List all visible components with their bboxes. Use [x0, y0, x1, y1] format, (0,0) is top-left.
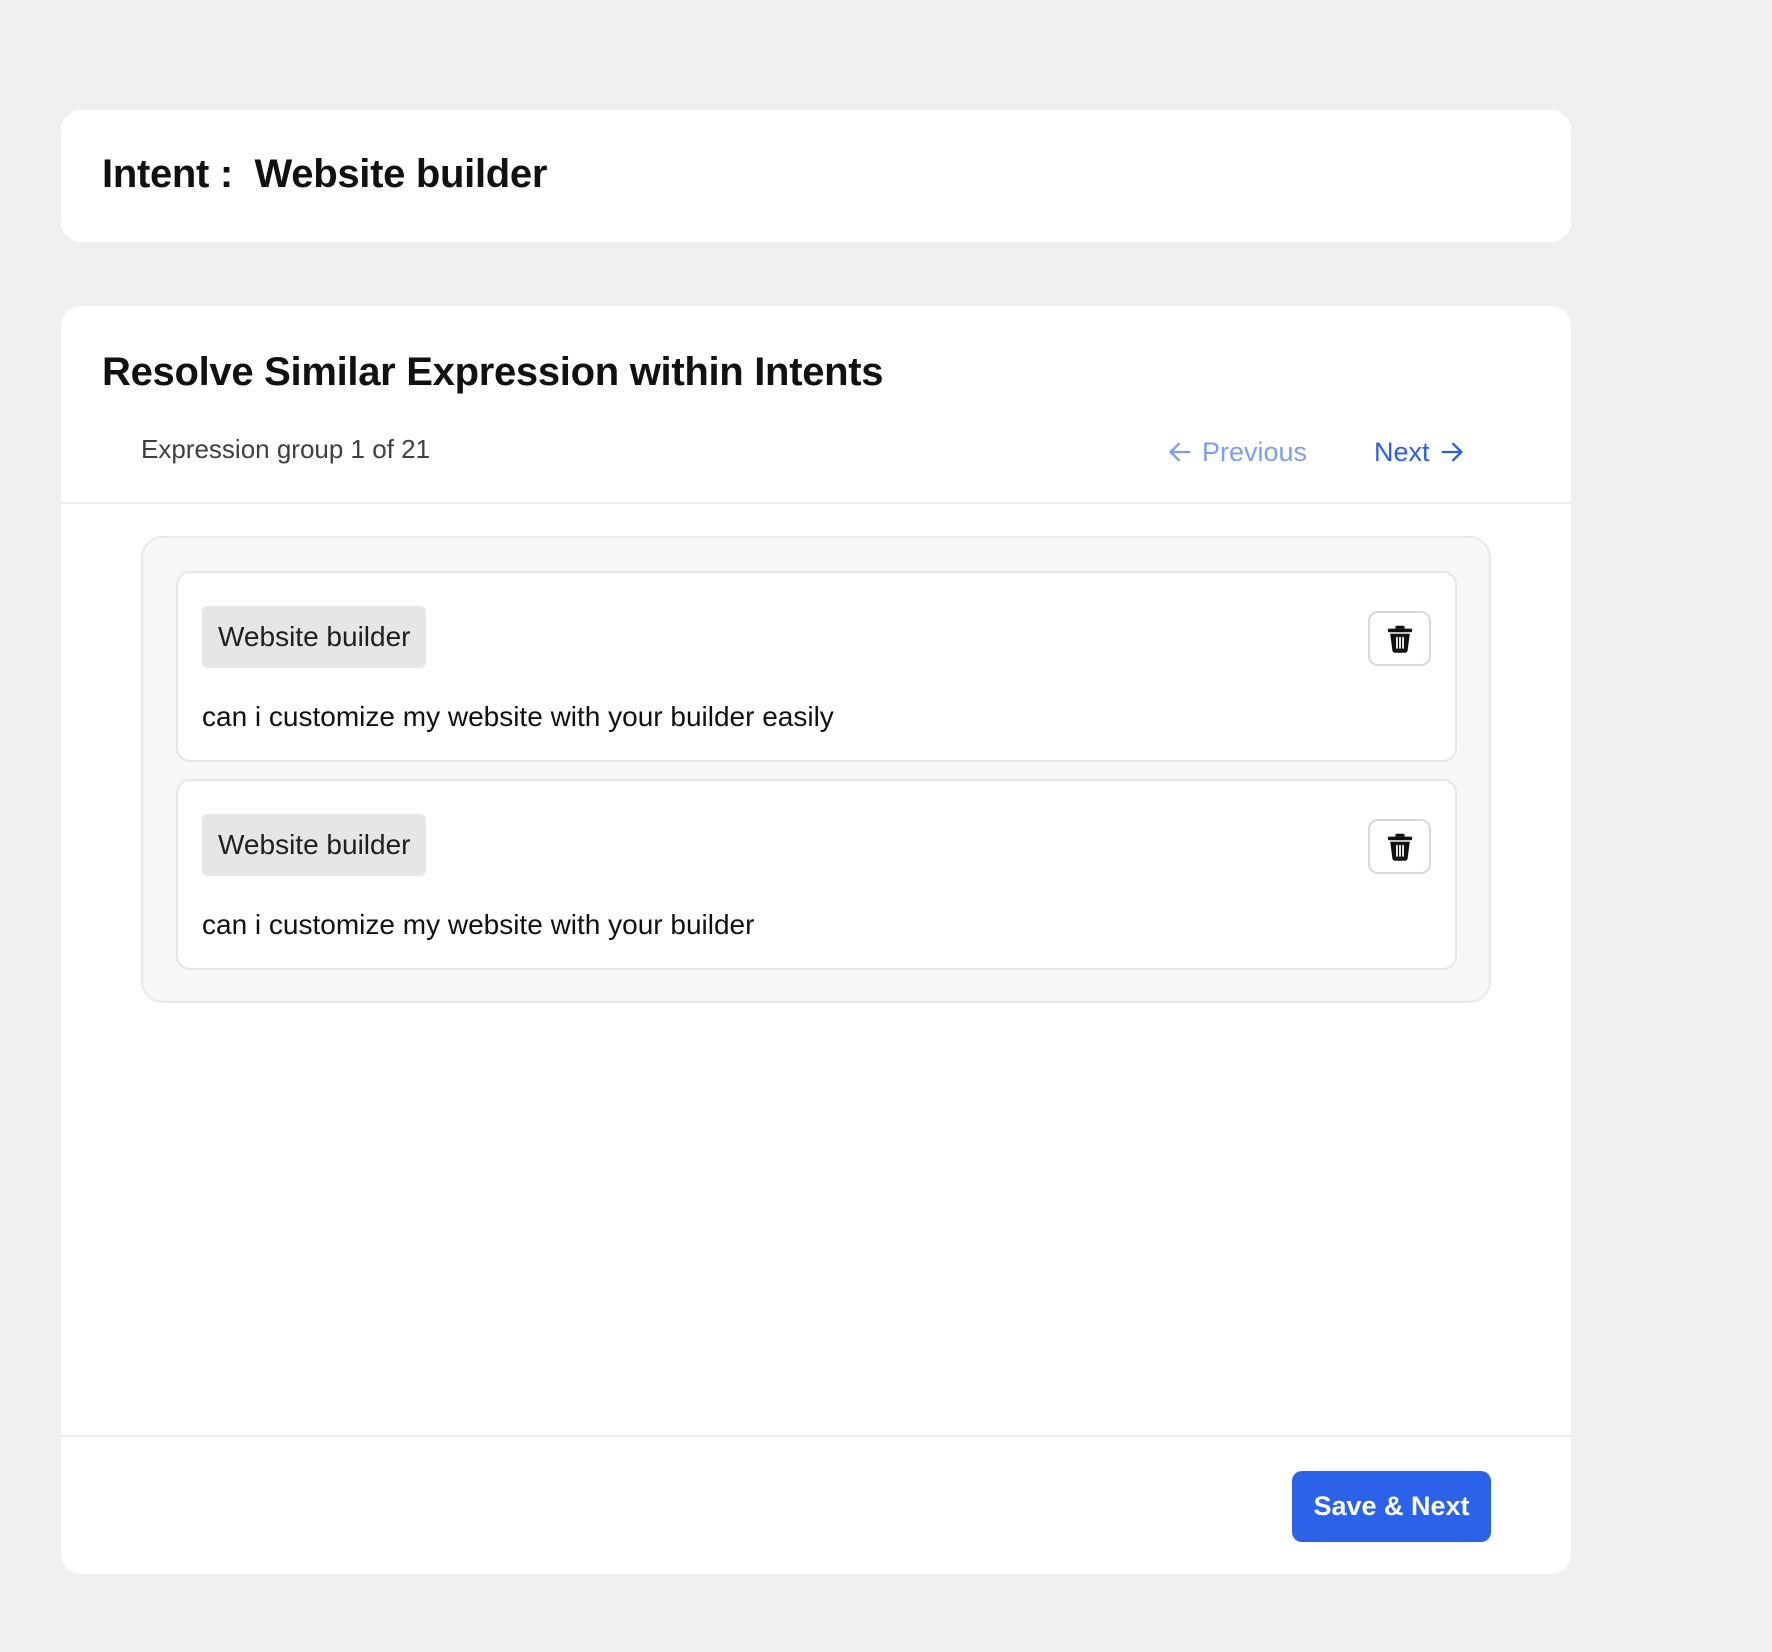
intent-heading: Intent : Website builder [102, 152, 547, 197]
intent-tag: Website builder [202, 814, 427, 876]
resolve-card: Resolve Similar Expression within Intent… [61, 306, 1571, 1574]
divider [61, 1435, 1571, 1437]
intent-label: Intent : [102, 152, 233, 196]
expression-card: Website builder can i customize my websi… [176, 779, 1457, 970]
next-button[interactable]: Next [1374, 432, 1466, 472]
next-label: Next [1374, 436, 1430, 467]
intent-tag: Website builder [202, 606, 427, 668]
trash-icon [1387, 833, 1412, 861]
intent-card: Intent : Website builder [61, 110, 1571, 242]
expression-group-counter: Expression group 1 of 21 [141, 434, 431, 464]
divider [61, 502, 1571, 504]
delete-expression-button[interactable] [1368, 611, 1431, 666]
expression-text: can i customize my website with your bui… [202, 701, 834, 732]
previous-label: Previous [1202, 436, 1308, 467]
save-and-next-button[interactable]: Save & Next [1292, 1471, 1491, 1542]
previous-button[interactable]: Previous [1166, 432, 1307, 472]
expression-text: can i customize my website with your bui… [202, 909, 755, 940]
trash-icon [1387, 625, 1412, 653]
expression-group-panel: Website builder can i customize my websi… [141, 536, 1491, 1003]
intent-name: Website builder [254, 152, 548, 196]
page-title: Resolve Similar Expression within Intent… [102, 350, 884, 394]
delete-expression-button[interactable] [1368, 819, 1431, 874]
expression-card: Website builder can i customize my websi… [176, 571, 1457, 762]
arrow-right-icon [1441, 442, 1463, 462]
arrow-left-icon [1169, 442, 1191, 462]
